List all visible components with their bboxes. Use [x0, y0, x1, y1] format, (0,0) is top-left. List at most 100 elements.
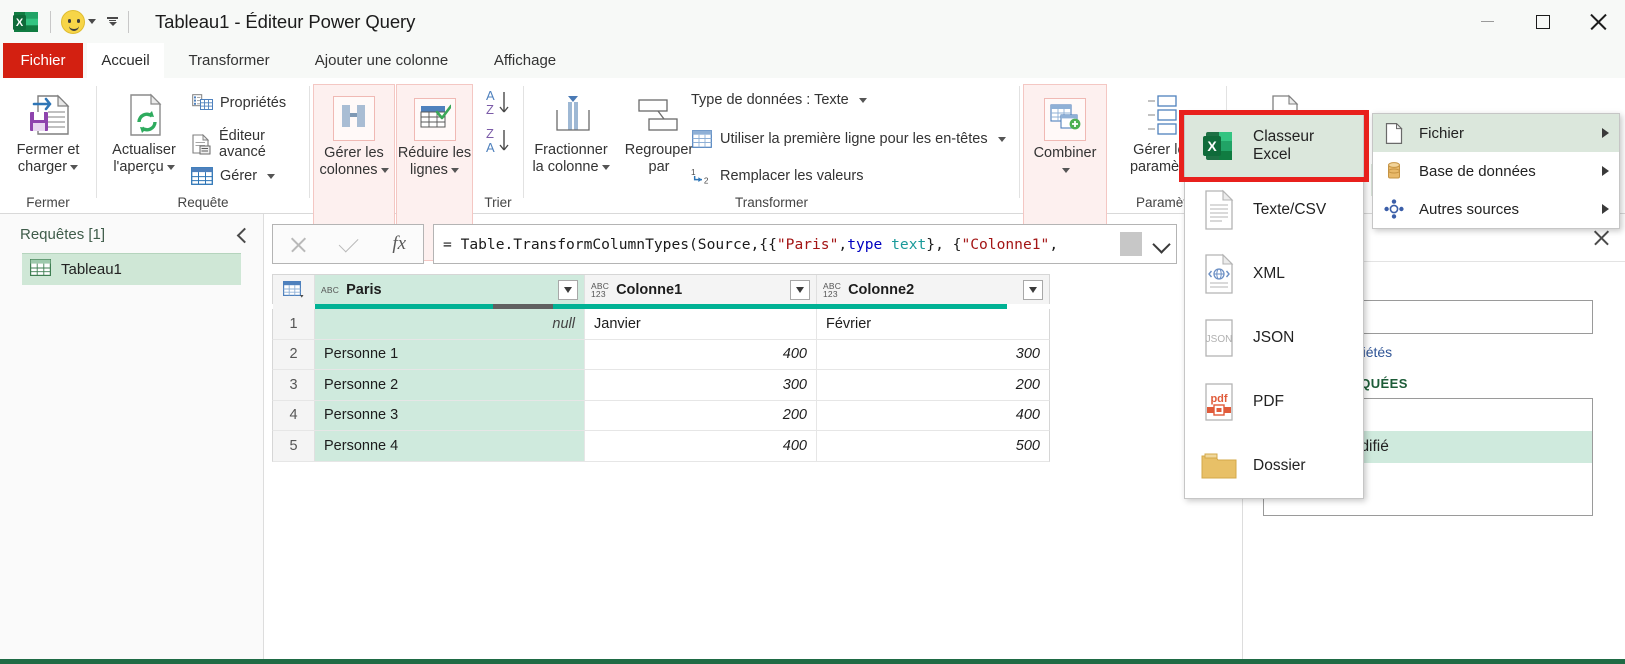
- svg-text:X: X: [16, 17, 24, 29]
- cell-paris-3[interactable]: Personne 2: [315, 370, 585, 400]
- cell-colonne2-3[interactable]: 200: [817, 370, 1049, 400]
- submenu-item-texte-csv[interactable]: Texte/CSV: [1185, 178, 1363, 242]
- submenu-item-xml[interactable]: XML: [1185, 242, 1363, 306]
- minimize-button[interactable]: [1460, 0, 1515, 43]
- submenu-item-pdf[interactable]: pdf PDF: [1185, 370, 1363, 434]
- tab-accueil[interactable]: Accueil: [87, 43, 164, 78]
- smiley-icon[interactable]: [61, 10, 85, 34]
- cell-paris-5[interactable]: Personne 4: [315, 431, 585, 461]
- submenu-item-dossier[interactable]: Dossier: [1185, 434, 1363, 498]
- submenu-item-classeur-excel[interactable]: X Classeur Excel: [1185, 114, 1363, 178]
- chevron-down-icon[interactable]: [1062, 168, 1070, 173]
- chevron-down-icon[interactable]: [167, 165, 175, 170]
- row-number: 3: [273, 370, 315, 400]
- table-row[interactable]: 1 null Janvier Février: [272, 309, 1050, 340]
- table-row[interactable]: 2 Personne 1 400 300: [272, 340, 1050, 371]
- manage-label: Gérer: [220, 168, 257, 184]
- use-first-row-headers-button[interactable]: Utiliser la première ligne pour les en-t…: [691, 128, 1006, 150]
- chevron-down-icon[interactable]: [381, 168, 389, 173]
- filter-dropdown-colonne2[interactable]: [1023, 280, 1043, 300]
- filter-dropdown-paris[interactable]: [558, 280, 578, 300]
- split-column-button[interactable]: Fractionner la colonne: [528, 86, 614, 176]
- titlebar-divider: [50, 11, 51, 33]
- cell-colonne2-4[interactable]: 400: [817, 401, 1049, 431]
- menu-item-base-de-donnees[interactable]: Base de données: [1373, 152, 1619, 190]
- group-by-button[interactable]: Regrouper par: [616, 86, 702, 176]
- menu-item-label: Base de données: [1419, 163, 1590, 180]
- chevron-down-icon[interactable]: [602, 165, 610, 170]
- accept-formula-icon[interactable]: [338, 233, 358, 253]
- table-icon: [30, 259, 51, 280]
- chevron-down-icon[interactable]: [70, 165, 78, 170]
- submenu-item-label: Classeur Excel: [1253, 128, 1349, 164]
- cell-paris-4[interactable]: Personne 3: [315, 401, 585, 431]
- filter-dropdown-colonne1[interactable]: [790, 280, 810, 300]
- refresh-preview-button[interactable]: Actualiser l'aperçu: [101, 86, 187, 176]
- formula-token-6: }, {: [926, 236, 961, 253]
- close-icon[interactable]: [1593, 230, 1609, 246]
- column-header-paris[interactable]: ABC Paris: [315, 275, 585, 304]
- table-row[interactable]: 4 Personne 3 200 400: [272, 401, 1050, 432]
- quick-access-toolbar[interactable]: [61, 10, 118, 34]
- tab-fichier[interactable]: Fichier: [3, 43, 83, 78]
- data-type-label: Type de données : Texte: [691, 92, 849, 108]
- cancel-formula-icon[interactable]: [290, 236, 307, 253]
- table-row[interactable]: 5 Personne 4 400 500: [272, 431, 1050, 462]
- menu-item-label: Autres sources: [1419, 201, 1590, 218]
- manage-button[interactable]: Gérer: [191, 165, 275, 187]
- cell-colonne1-3[interactable]: 300: [585, 370, 817, 400]
- svg-text:X: X: [1207, 138, 1217, 154]
- cell-paris-1[interactable]: null: [315, 309, 585, 339]
- properties-button[interactable]: Propriétés: [191, 92, 286, 114]
- sort-ascending-button[interactable]: A Z: [484, 88, 514, 125]
- close-button[interactable]: [1570, 0, 1625, 43]
- chevron-down-icon[interactable]: [88, 19, 96, 24]
- advanced-editor-button[interactable]: Éditeur avancé: [191, 128, 309, 160]
- chevron-down-icon[interactable]: [998, 137, 1006, 142]
- cell-colonne2-1[interactable]: Février: [817, 309, 1049, 339]
- chevron-down-icon[interactable]: [451, 168, 459, 173]
- cell-paris-2[interactable]: Personne 1: [315, 340, 585, 370]
- fx-icon[interactable]: fx: [392, 233, 406, 255]
- tab-ajouter-une-colonne[interactable]: Ajouter une colonne: [294, 43, 469, 78]
- split-column-icon: [543, 86, 599, 138]
- data-type-button[interactable]: Type de données : Texte: [691, 92, 867, 108]
- replace-values-button[interactable]: 1 2 Remplacer les valeurs: [691, 165, 863, 187]
- cell-colonne2-2[interactable]: 300: [817, 340, 1049, 370]
- select-all-table-icon[interactable]: [273, 275, 315, 304]
- chevron-down-icon: [564, 287, 572, 293]
- chevron-down-icon[interactable]: [1154, 237, 1168, 251]
- customize-qat-icon[interactable]: [107, 17, 118, 26]
- pdf-icon: pdf: [1199, 379, 1239, 425]
- submenu-item-json[interactable]: JSON JSON: [1185, 306, 1363, 370]
- column-header-colonne1[interactable]: ABC123 Colonne1: [585, 275, 817, 304]
- formula-resize-grip[interactable]: [1120, 232, 1142, 256]
- tab-transformer[interactable]: Transformer: [170, 43, 288, 78]
- chevron-right-icon: [1602, 128, 1609, 138]
- chevron-down-icon[interactable]: [859, 98, 867, 103]
- cell-colonne1-2[interactable]: 400: [585, 340, 817, 370]
- menu-item-autres-sources[interactable]: Autres sources: [1373, 190, 1619, 228]
- power-query-editor-window: X Tableau1 - Éditeur Power Query Fichier…: [0, 0, 1625, 664]
- cell-colonne1-5[interactable]: 400: [585, 431, 817, 461]
- formula-input[interactable]: = Table.TransformColumnTypes(Source,{{"P…: [433, 224, 1177, 264]
- svg-text:pdf: pdf: [1210, 393, 1227, 405]
- query-item-tableau1[interactable]: Tableau1: [22, 253, 241, 285]
- chevron-right-icon: [1602, 204, 1609, 214]
- ribbon-group-fermer: Fermer et charger Fermer: [0, 78, 96, 214]
- cell-colonne1-4[interactable]: 200: [585, 401, 817, 431]
- close-and-load-button[interactable]: Fermer et charger: [5, 86, 91, 176]
- column-header-colonne2[interactable]: ABC123 Colonne2: [817, 275, 1049, 304]
- table-row[interactable]: 3 Personne 2 300 200: [272, 370, 1050, 401]
- minimize-icon: [1481, 21, 1494, 23]
- chevron-down-icon[interactable]: [267, 174, 275, 179]
- chevron-down-icon: [796, 287, 804, 293]
- menu-item-fichier[interactable]: Fichier: [1373, 114, 1619, 152]
- cell-colonne2-5[interactable]: 500: [817, 431, 1049, 461]
- close-and-load-label: Fermer et charger: [17, 142, 80, 176]
- chevron-left-icon[interactable]: [235, 228, 249, 242]
- cell-colonne1-1[interactable]: Janvier: [585, 309, 817, 339]
- maximize-button[interactable]: [1515, 0, 1570, 43]
- sort-descending-button[interactable]: Z A: [484, 126, 514, 163]
- tab-affichage[interactable]: Affichage: [475, 43, 575, 78]
